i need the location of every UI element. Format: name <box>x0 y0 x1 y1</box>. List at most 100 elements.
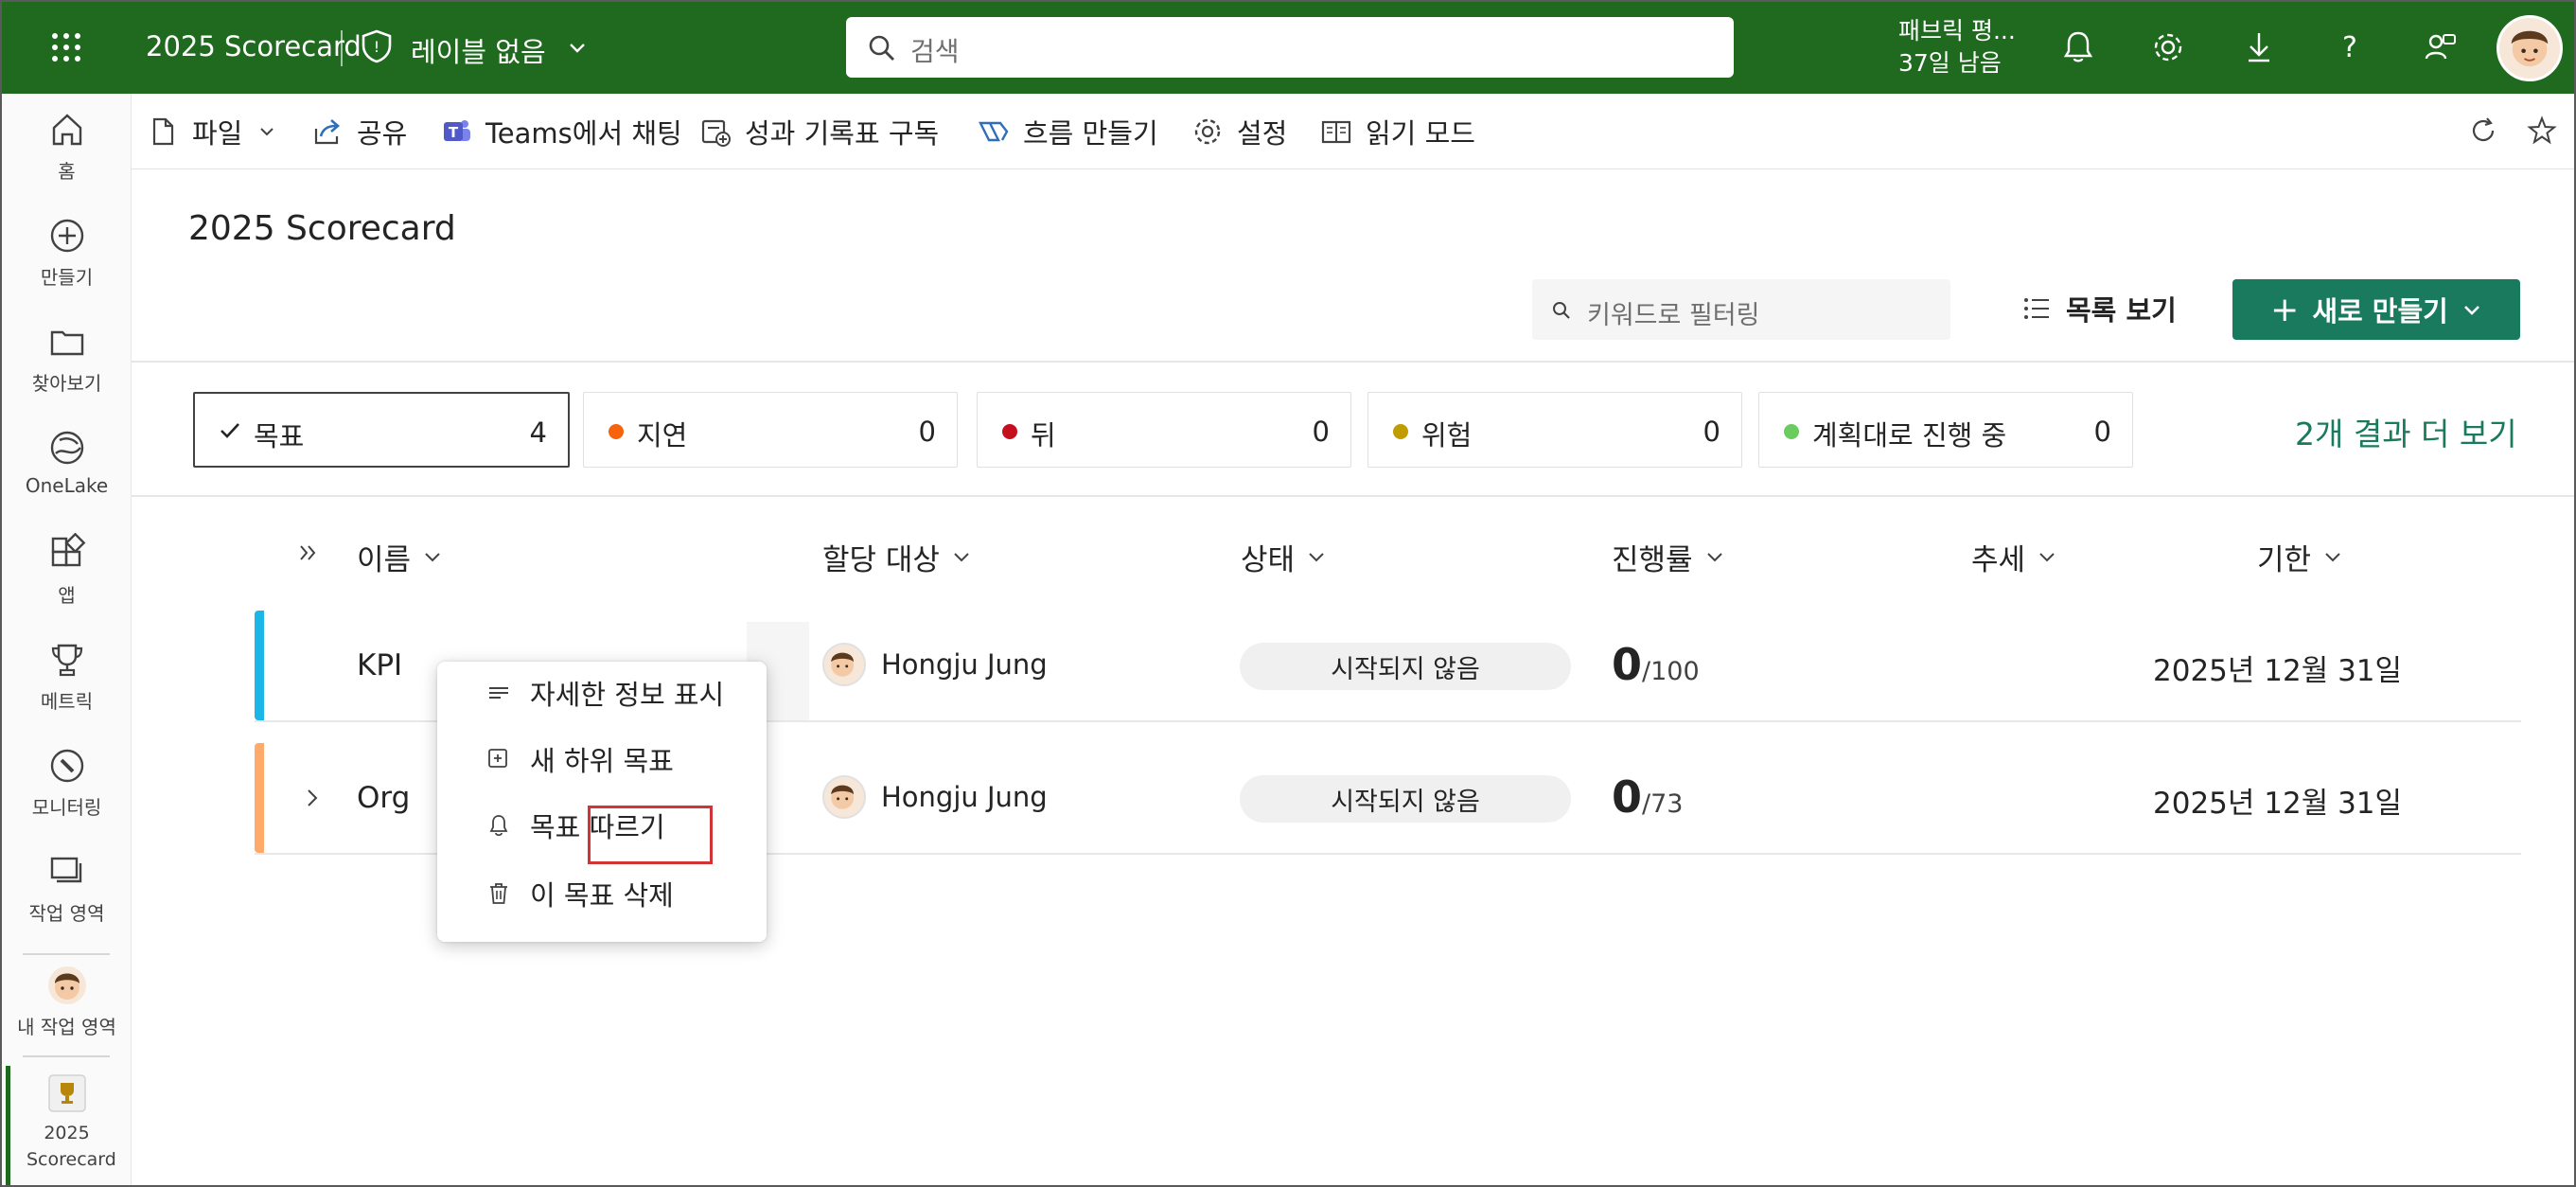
column-header-name[interactable]: 이름 <box>357 533 443 580</box>
trial-line-1: 패브릭 평... <box>1898 17 2016 44</box>
column-header-trend[interactable]: 추세 <box>1971 533 2057 580</box>
nav-browse[interactable]: 찾아보기 <box>2 321 132 396</box>
column-header-progress[interactable]: 진행률 <box>1612 533 1725 580</box>
file-menu-button[interactable]: 파일 <box>147 113 276 151</box>
page-title: 2025 Scorecard <box>188 209 456 248</box>
goal-name[interactable]: KPI <box>357 648 402 682</box>
chevron-down-icon <box>2463 306 2479 315</box>
title-divider <box>341 30 343 66</box>
goal-due-date[interactable]: 2025년 12월 31일 <box>2153 647 2402 689</box>
share-icon <box>314 119 340 145</box>
nav-my-workspace[interactable]: 내 작업 영역 <box>2 965 132 1039</box>
create-flow-label: 흐름 만들기 <box>1023 117 1158 150</box>
column-header-status[interactable]: 상태 <box>1241 533 1327 580</box>
reading-mode-icon <box>1321 120 1351 144</box>
create-icon <box>50 219 83 253</box>
shield-icon[interactable]: ! <box>360 28 394 64</box>
browse-icon <box>50 330 83 356</box>
help-icon[interactable]: ? <box>2330 27 2370 67</box>
details-icon <box>489 687 508 699</box>
status-dot <box>1002 424 1017 439</box>
reading-mode-label: 읽기 모드 <box>1366 117 1475 150</box>
user-avatar[interactable] <box>2497 15 2563 81</box>
menu-item-delete-goal[interactable]: 이 목표 삭제 <box>437 862 767 925</box>
app-title[interactable]: 2025 Scorecard <box>146 30 362 62</box>
list-view-label: 목록 보기 <box>2066 294 2177 327</box>
menu-item-label: 자세한 정보 표시 <box>530 679 725 711</box>
status-card-count: 0 <box>2093 416 2111 448</box>
status-card-label: 뒤 <box>1031 419 1056 452</box>
chevron-down-icon[interactable] <box>566 36 589 59</box>
global-search-input[interactable]: 검색 <box>846 17 1734 78</box>
nav-create[interactable]: 만들기 <box>2 215 132 290</box>
reading-mode-button[interactable]: 읽기 모드 <box>1320 113 1475 151</box>
status-card-behind[interactable]: 뒤 0 <box>977 392 1351 468</box>
download-icon[interactable] <box>2239 27 2279 67</box>
nav-onelake[interactable]: OneLake <box>2 427 132 497</box>
trial-line-2: 37일 남음 <box>1898 49 2002 77</box>
nav-home-label: 홈 <box>58 160 76 183</box>
teams-chat-button[interactable]: T Teams에서 채팅 <box>440 113 682 151</box>
status-card-count: 0 <box>1312 416 1330 448</box>
owner-name: Hongju Jung <box>881 781 1048 813</box>
goal-progress[interactable]: 0/73 <box>1612 771 1683 823</box>
star-icon[interactable] <box>2526 115 2558 147</box>
subscribe-icon <box>701 119 731 147</box>
settings-button[interactable]: 설정 <box>1191 113 1287 151</box>
column-header-label: 진행률 <box>1612 542 1693 577</box>
nav-home[interactable]: 홈 <box>2 109 132 184</box>
goal-owner[interactable]: Hongju Jung <box>822 643 1048 686</box>
menu-item-new-subgoal[interactable]: 새 하위 목표 <box>437 728 767 790</box>
create-flow-button[interactable]: 흐름 만들기 <box>978 113 1158 151</box>
row-accent <box>255 611 264 720</box>
bell-icon[interactable] <box>2058 27 2098 67</box>
share-button[interactable]: 공유 <box>311 113 407 151</box>
status-dot <box>609 424 624 439</box>
goal-due-date[interactable]: 2025년 12월 31일 <box>2153 779 2402 822</box>
status-card-on-track[interactable]: 계획대로 진행 중 0 <box>1758 392 2133 468</box>
column-header-owner[interactable]: 할당 대상 <box>822 533 972 580</box>
nav-scorecard[interactable]: 2025 Scorecard <box>2 1072 132 1173</box>
expand-all-icon[interactable] <box>294 539 323 567</box>
app-launcher-icon[interactable] <box>47 28 85 66</box>
subscribe-button[interactable]: 성과 기록표 구독 <box>699 113 939 151</box>
settings-label: 설정 <box>1237 117 1288 150</box>
nav-monitor[interactable]: 모니터링 <box>2 745 132 820</box>
apps-icon <box>51 533 85 567</box>
gear-icon[interactable] <box>2148 27 2188 67</box>
add-subgoal-icon <box>488 749 507 768</box>
teams-icon: T <box>444 120 470 141</box>
nav-workspaces[interactable]: 작업 영역 <box>2 851 132 926</box>
trial-status[interactable]: 패브릭 평... 37일 남음 <box>1898 15 2016 80</box>
sensitivity-label[interactable]: 레이블 없음 <box>411 30 546 70</box>
feedback-icon[interactable] <box>2421 27 2461 67</box>
refresh-icon[interactable] <box>2467 115 2499 147</box>
status-badge[interactable]: 시작되지 않음 <box>1240 643 1571 690</box>
chevron-right-icon[interactable] <box>300 786 325 810</box>
flow-icon <box>979 121 1009 142</box>
workspaces-icon <box>50 857 81 883</box>
gear-icon <box>1194 118 1221 145</box>
goal-progress[interactable]: 0/100 <box>1612 639 1700 690</box>
show-more-results-link[interactable]: 2개 결과 더 보기 <box>2295 409 2517 454</box>
keyword-filter-input[interactable]: 키워드로 필터링 <box>1532 279 1950 340</box>
column-header-due[interactable]: 기한 <box>2257 533 2343 580</box>
status-card-at-risk[interactable]: 위험 0 <box>1367 392 1742 468</box>
new-button[interactable]: + 새로 만들기 <box>2232 279 2520 340</box>
command-bar: 파일 공유 T Teams에서 채팅 성과 기록표 구독 흐름 만들기 설정 읽… <box>132 94 2574 169</box>
search-placeholder: 검색 <box>910 36 960 67</box>
chevron-down-icon <box>954 553 969 562</box>
status-card-goals[interactable]: 목표 4 <box>193 392 570 468</box>
status-card-overdue[interactable]: 지연 0 <box>583 392 958 468</box>
status-badge[interactable]: 시작되지 않음 <box>1240 775 1571 823</box>
goal-name[interactable]: Org <box>357 781 410 815</box>
list-icon <box>2024 298 2049 319</box>
goal-owner[interactable]: Hongju Jung <box>822 775 1048 819</box>
menu-item-details[interactable]: 자세한 정보 표시 <box>437 662 767 724</box>
menu-item-label: 이 목표 삭제 <box>530 879 674 912</box>
rail-divider-2 <box>23 1055 110 1057</box>
nav-apps[interactable]: 앱 <box>2 533 132 608</box>
nav-metrics[interactable]: 메트릭 <box>2 639 132 714</box>
top-bar: 2025 Scorecard ! 레이블 없음 검색 패브릭 평... 37일 … <box>2 2 2574 94</box>
list-view-button[interactable]: 목록 보기 <box>2020 285 2177 332</box>
